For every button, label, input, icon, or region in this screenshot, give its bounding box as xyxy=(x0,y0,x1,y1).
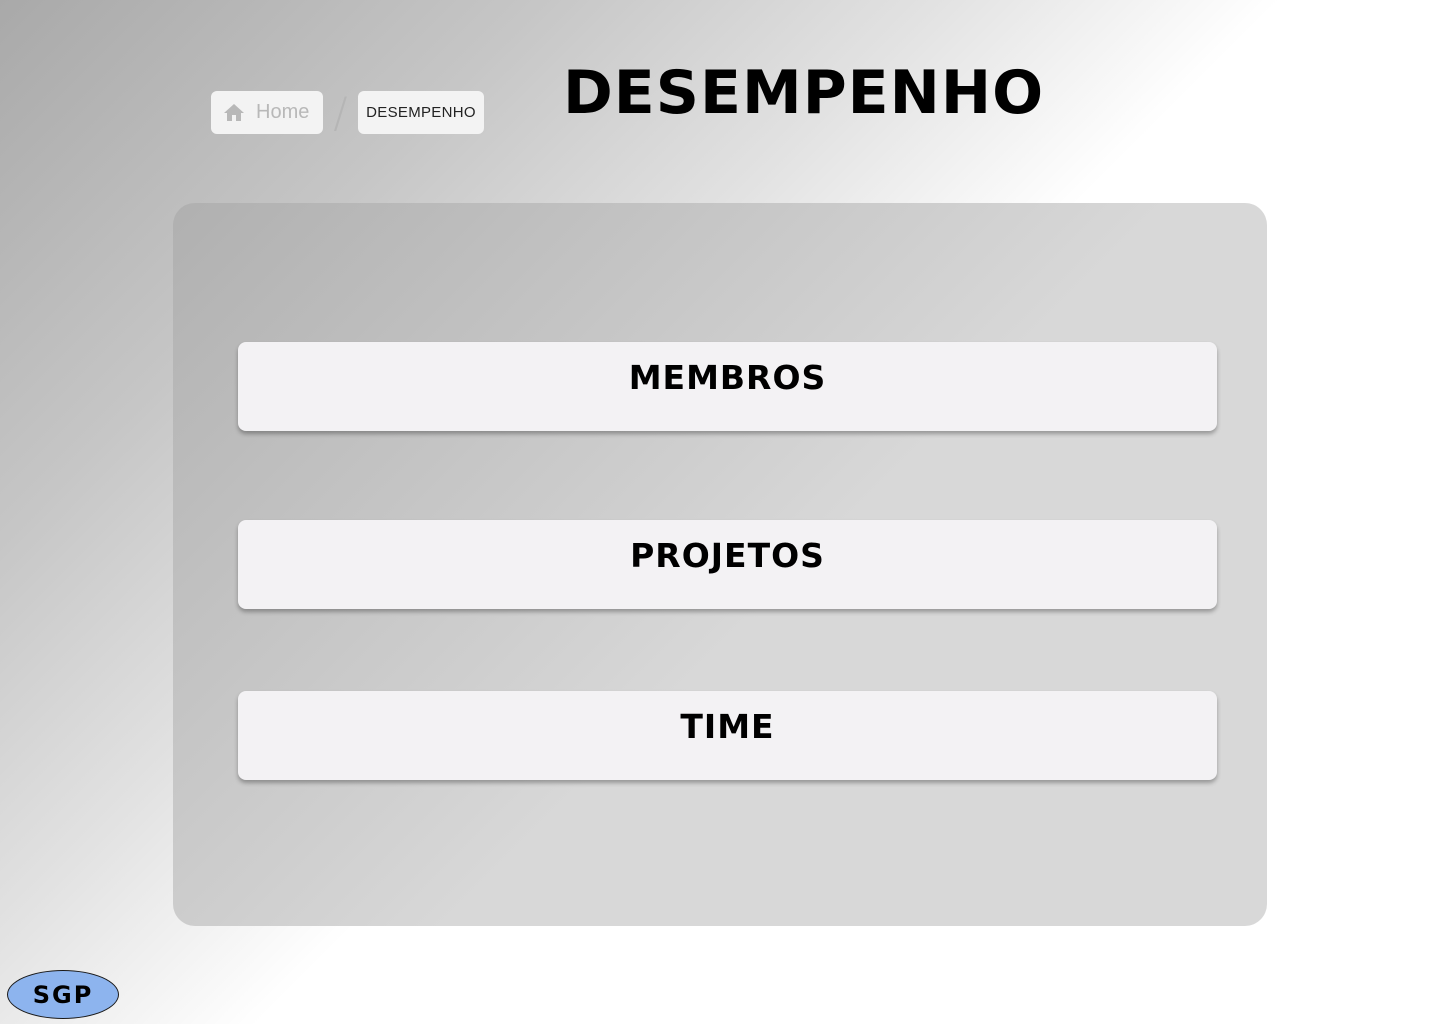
breadcrumb-home-label: Home xyxy=(256,101,310,123)
projetos-button[interactable]: PROJETOS xyxy=(238,520,1217,609)
breadcrumb: Home / DESEMPENHO xyxy=(211,91,484,134)
menu-panel: MEMBROS PROJETOS TIME xyxy=(173,203,1267,926)
sgp-logo[interactable]: SGP xyxy=(7,970,119,1019)
breadcrumb-separator: / xyxy=(333,88,348,137)
membros-button[interactable]: MEMBROS xyxy=(238,342,1217,431)
home-icon xyxy=(222,101,246,125)
breadcrumb-current: DESEMPENHO xyxy=(358,91,484,134)
time-button[interactable]: TIME xyxy=(238,691,1217,780)
page-title: DESEMPENHO xyxy=(563,58,1045,128)
breadcrumb-home-link[interactable]: Home xyxy=(211,91,323,134)
